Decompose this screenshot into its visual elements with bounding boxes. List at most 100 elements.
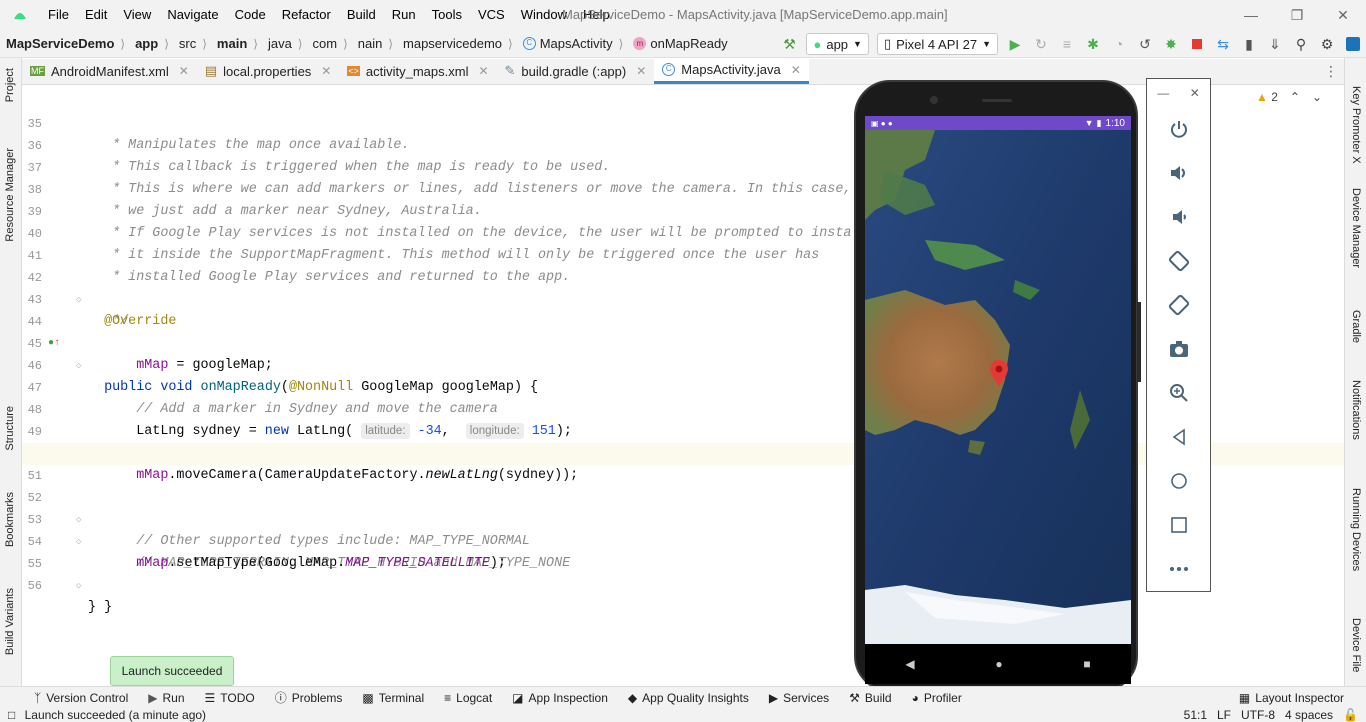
close-tab-icon[interactable]: ✕ xyxy=(636,64,646,78)
breadcrumb-package[interactable]: mapservicedemo xyxy=(397,36,504,51)
tool-layout-inspector[interactable]: ▦ Layout Inspector xyxy=(1229,687,1366,709)
google-map-view[interactable]: Google xyxy=(865,130,1131,644)
rerun-icon[interactable]: ↻ xyxy=(1028,31,1054,57)
menu-file[interactable]: File xyxy=(40,0,77,30)
minimize-button[interactable]: — xyxy=(1228,0,1274,30)
tool-todo[interactable]: ☰ TODO xyxy=(195,687,265,709)
close-tab-icon[interactable]: ✕ xyxy=(179,64,189,78)
tool-services[interactable]: ▶ Services xyxy=(759,687,839,709)
nav-recents-icon[interactable]: ■ xyxy=(1083,657,1090,671)
breadcrumb-method[interactable]: m onMapReady xyxy=(627,36,729,51)
tool-running-devices[interactable]: Running Devices xyxy=(1350,488,1362,571)
run-config-select[interactable]: ● app ▼ xyxy=(806,33,869,55)
device-manager-icon[interactable]: ▮ xyxy=(1236,31,1262,57)
stop-icon[interactable] xyxy=(1184,31,1210,57)
tool-device-file[interactable]: Device File xyxy=(1350,618,1362,672)
nav-back-icon[interactable]: ◀ xyxy=(905,657,914,671)
menu-build[interactable]: Build xyxy=(339,0,384,30)
avatar-icon[interactable] xyxy=(1340,31,1366,57)
tool-problems[interactable]: ⓘ Problems xyxy=(265,687,353,709)
launch-toast[interactable]: Launch succeeded xyxy=(110,656,234,686)
tool-version-control[interactable]: ᛉ Version Control xyxy=(0,687,138,709)
tool-gradle[interactable]: Gradle xyxy=(1350,310,1362,343)
inspection-widget[interactable]: ▲ 2 ⌃ ⌄ xyxy=(1256,90,1322,104)
more-button[interactable] xyxy=(1147,547,1210,591)
search-icon[interactable]: ⚲ xyxy=(1288,31,1314,57)
menu-tools[interactable]: Tools xyxy=(424,0,470,30)
menu-code[interactable]: Code xyxy=(227,0,274,30)
side-button[interactable] xyxy=(1137,302,1141,382)
close-emulator-icon[interactable]: ✕ xyxy=(1190,86,1200,100)
close-tab-icon[interactable]: ✕ xyxy=(321,64,331,78)
line-separator[interactable]: LF xyxy=(1217,708,1231,722)
volume-down-button[interactable] xyxy=(1147,195,1210,239)
close-window-button[interactable]: ✕ xyxy=(1320,0,1366,30)
close-tab-icon[interactable]: ✕ xyxy=(478,64,488,78)
sdk-manager-icon[interactable]: ⇓ xyxy=(1262,31,1288,57)
map-marker-icon[interactable] xyxy=(990,360,1008,389)
minimize-emulator-icon[interactable]: — xyxy=(1157,86,1169,100)
nav-home-icon[interactable]: ● xyxy=(995,657,1002,671)
tab-activity-maps[interactable]: <> activity_maps.xml ✕ xyxy=(339,58,496,84)
run-icon[interactable]: ▶ xyxy=(1002,31,1028,57)
tool-project[interactable]: Project xyxy=(4,68,16,102)
tool-app-quality-insights[interactable]: ◆ App Quality Insights xyxy=(618,687,759,709)
tool-profiler[interactable]: ◕ Profiler xyxy=(902,687,972,709)
tab-build-gradle[interactable]: ✎ build.gradle (:app) ✕ xyxy=(497,58,655,84)
breadcrumb-com[interactable]: com xyxy=(307,36,340,51)
indent-setting[interactable]: 4 spaces xyxy=(1285,708,1333,722)
tool-terminal[interactable]: ▩ Terminal xyxy=(352,687,434,709)
sync-gradle-icon[interactable]: ⇆ xyxy=(1210,31,1236,57)
debug-icon[interactable]: ✱ xyxy=(1080,31,1106,57)
menu-navigate[interactable]: Navigate xyxy=(159,0,226,30)
device-select[interactable]: ▯ Pixel 4 API 27 ▼ xyxy=(876,33,998,55)
menu-run[interactable]: Run xyxy=(384,0,424,30)
tool-build-variants[interactable]: Build Variants xyxy=(4,588,16,655)
attach-debugger-icon[interactable]: ✸ xyxy=(1158,31,1184,57)
tool-structure[interactable]: Structure xyxy=(4,406,16,451)
settings-icon[interactable]: ⚙ xyxy=(1314,31,1340,57)
tab-androidmanifest[interactable]: MF AndroidManifest.xml ✕ xyxy=(22,58,197,84)
back-button[interactable] xyxy=(1147,415,1210,459)
breadcrumb-class[interactable]: C MapsActivity xyxy=(517,36,615,51)
tool-device-manager[interactable]: Device Manager xyxy=(1350,188,1362,268)
lock-icon[interactable]: 🔓 xyxy=(1343,708,1358,722)
tool-bookmarks[interactable]: Bookmarks xyxy=(4,492,16,547)
tool-key-promoter[interactable]: Key Promoter X xyxy=(1350,86,1362,164)
tab-local-properties[interactable]: ▤ local.properties ✕ xyxy=(197,58,340,84)
file-encoding[interactable]: UTF-8 xyxy=(1241,708,1275,722)
breadcrumb-nain[interactable]: nain xyxy=(352,36,385,51)
apply-changes-icon[interactable]: ≡ xyxy=(1054,31,1080,57)
breadcrumb-project[interactable]: MapServiceDemo xyxy=(0,36,116,51)
tool-logcat[interactable]: ≡ Logcat xyxy=(434,687,502,709)
tool-app-inspection[interactable]: ◪ App Inspection xyxy=(502,687,618,709)
previous-highlight-icon[interactable]: ⌃ xyxy=(1290,90,1300,104)
menu-refactor[interactable]: Refactor xyxy=(274,0,339,30)
rotate-left-button[interactable] xyxy=(1147,239,1210,283)
emulator-screen[interactable]: ▣ ● ● ▼ ▮ 1:10 Google ◀ ● ■ xyxy=(865,116,1131,684)
tool-notifications[interactable]: Notifications xyxy=(1350,380,1362,440)
rotate-right-button[interactable] xyxy=(1147,283,1210,327)
breadcrumb-src[interactable]: src xyxy=(173,36,198,51)
close-tab-icon[interactable]: ✕ xyxy=(791,63,801,77)
power-button[interactable] xyxy=(1147,107,1210,151)
breadcrumb-main[interactable]: main xyxy=(211,36,249,51)
fold-icon[interactable]: ◇ xyxy=(76,575,81,597)
menu-vcs[interactable]: VCS xyxy=(470,0,513,30)
caret-position[interactable]: 51:1 xyxy=(1184,708,1207,722)
menu-view[interactable]: View xyxy=(115,0,159,30)
tool-run[interactable]: ▶ Run xyxy=(138,687,194,709)
tab-mapsactivity[interactable]: C MapsActivity.java ✕ xyxy=(654,58,809,84)
screenshot-button[interactable] xyxy=(1147,327,1210,371)
menu-edit[interactable]: Edit xyxy=(77,0,115,30)
coverage-icon[interactable]: ↺ xyxy=(1132,31,1158,57)
next-highlight-icon[interactable]: ⌄ xyxy=(1312,90,1322,104)
overview-button[interactable] xyxy=(1147,503,1210,547)
home-button[interactable] xyxy=(1147,459,1210,503)
breadcrumb-java[interactable]: java xyxy=(262,36,294,51)
hammer-icon[interactable]: ⚒ xyxy=(776,31,802,57)
tool-resource-manager[interactable]: Resource Manager xyxy=(4,148,16,242)
more-tabs-icon[interactable]: ⋮ xyxy=(1324,63,1338,80)
warnings-indicator[interactable]: ▲ 2 xyxy=(1256,90,1278,104)
profile-icon[interactable]: ◔ xyxy=(1106,31,1132,57)
